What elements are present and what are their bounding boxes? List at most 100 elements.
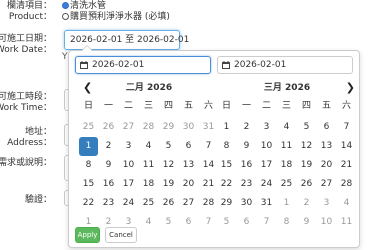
day-cell[interactable]: 15 [217, 156, 236, 175]
day-cell[interactable]: 8 [79, 156, 98, 175]
day-cell[interactable]: 1 [277, 194, 296, 213]
day-cell[interactable]: 8 [277, 213, 296, 232]
day-cell[interactable]: 26 [159, 194, 178, 213]
work-date-label-en: Work Date： [0, 45, 52, 55]
day-cell[interactable]: 29 [159, 118, 178, 137]
day-cell[interactable]: 23 [99, 194, 118, 213]
day-cell[interactable]: 3 [119, 137, 138, 156]
day-cell[interactable]: 10 [317, 213, 336, 232]
day-cell[interactable]: 4 [139, 137, 158, 156]
prev-month-arrow-icon[interactable]: ❮ [83, 81, 92, 95]
day-cell[interactable]: 4 [277, 118, 296, 137]
end-date-input[interactable]: 2026-02-01 [217, 56, 353, 74]
day-cell[interactable]: 29 [217, 194, 236, 213]
day-cell[interactable]: 11 [139, 156, 158, 175]
start-date-value: 2026-02-01 [92, 60, 145, 70]
day-cell[interactable]: 7 [199, 137, 218, 156]
start-date-input[interactable]: 2026-02-01 [75, 56, 211, 74]
day-cell[interactable]: 12 [297, 137, 316, 156]
day-cell[interactable]: 26 [297, 175, 316, 194]
day-cell[interactable]: 25 [79, 118, 98, 137]
day-cell[interactable]: 9 [237, 137, 256, 156]
cancel-button[interactable]: Cancel [105, 227, 137, 243]
day-cell[interactable]: 10 [119, 156, 138, 175]
day-cell[interactable]: 30 [237, 194, 256, 213]
day-cell[interactable]: 16 [99, 175, 118, 194]
day-cell[interactable]: 11 [337, 213, 356, 232]
day-cell[interactable]: 10 [257, 137, 276, 156]
day-cell[interactable]: 9 [297, 213, 316, 232]
day-cell[interactable]: 6 [179, 213, 198, 232]
day-cell[interactable]: 21 [199, 175, 218, 194]
day-cell[interactable]: 1 [79, 137, 98, 156]
day-cell[interactable]: 27 [179, 194, 198, 213]
day-cell[interactable]: 18 [277, 156, 296, 175]
day-cell[interactable]: 13 [317, 137, 336, 156]
day-cell[interactable]: 15 [79, 175, 98, 194]
day-cell[interactable]: 24 [119, 194, 138, 213]
radio-selected-icon[interactable] [62, 2, 69, 9]
day-cell[interactable]: 17 [119, 175, 138, 194]
left-month-title: 二月 2026 [125, 83, 173, 93]
day-cell[interactable]: 5 [217, 213, 236, 232]
day-cell[interactable]: 5 [297, 118, 316, 137]
day-cell[interactable]: 31 [199, 118, 218, 137]
day-cell[interactable]: 25 [139, 194, 158, 213]
day-cell[interactable]: 22 [217, 175, 236, 194]
day-cell[interactable]: 14 [337, 137, 356, 156]
day-cell[interactable]: 31 [257, 194, 276, 213]
day-cell[interactable]: 7 [199, 213, 218, 232]
day-cell[interactable]: 5 [159, 137, 178, 156]
day-cell[interactable]: 21 [337, 156, 356, 175]
day-cell[interactable]: 16 [237, 156, 256, 175]
project-option-2-label: 購買預利淨淨水器 (必填) [70, 12, 170, 22]
project-option-2[interactable]: 購買預利淨淨水器 (必填) [62, 9, 170, 22]
day-cell[interactable]: 12 [159, 156, 178, 175]
day-cell[interactable]: 2 [237, 118, 256, 137]
end-date-value: 2026-02-01 [234, 60, 287, 70]
day-cell[interactable]: 30 [179, 118, 198, 137]
day-cell[interactable]: 19 [159, 175, 178, 194]
day-cell[interactable]: 27 [317, 175, 336, 194]
day-cell[interactable]: 2 [99, 137, 118, 156]
day-cell[interactable]: 13 [179, 156, 198, 175]
next-month-arrow-icon[interactable]: ❯ [346, 81, 355, 95]
weekday-header: 四 [163, 101, 173, 111]
day-cell[interactable]: 20 [179, 175, 198, 194]
day-cell[interactable]: 3 [317, 194, 336, 213]
day-cell[interactable]: 6 [317, 118, 336, 137]
weekday-header: 日 [83, 101, 93, 111]
day-cell[interactable]: 28 [199, 194, 218, 213]
day-cell[interactable]: 2 [297, 194, 316, 213]
day-cell[interactable]: 25 [277, 175, 296, 194]
day-cell[interactable]: 14 [199, 156, 218, 175]
day-cell[interactable]: 6 [179, 137, 198, 156]
day-cell[interactable]: 9 [99, 156, 118, 175]
day-cell[interactable]: 3 [257, 118, 276, 137]
day-cell[interactable]: 4 [139, 213, 158, 232]
day-cell[interactable]: 26 [99, 118, 118, 137]
day-cell[interactable]: 18 [139, 175, 158, 194]
day-cell[interactable]: 17 [257, 156, 276, 175]
day-cell[interactable]: 20 [317, 156, 336, 175]
day-cell[interactable]: 27 [119, 118, 138, 137]
day-cell[interactable]: 4 [337, 194, 356, 213]
day-cell[interactable]: 23 [237, 175, 256, 194]
day-cell[interactable]: 24 [257, 175, 276, 194]
day-cell[interactable]: 11 [277, 137, 296, 156]
day-cell[interactable]: 7 [337, 118, 356, 137]
day-cell[interactable]: 28 [337, 175, 356, 194]
day-cell[interactable]: 8 [217, 137, 236, 156]
apply-button[interactable]: Apply [75, 227, 100, 243]
weekday-header: 二 [123, 101, 133, 111]
day-cell[interactable]: 7 [257, 213, 276, 232]
address-label-en: Address： [7, 138, 52, 148]
day-cell[interactable]: 6 [237, 213, 256, 232]
day-cell[interactable]: 19 [297, 156, 316, 175]
day-cell[interactable]: 1 [217, 118, 236, 137]
day-cell[interactable]: 5 [159, 213, 178, 232]
radio-icon[interactable] [62, 13, 69, 20]
day-cell[interactable]: 22 [79, 194, 98, 213]
day-cell[interactable]: 28 [139, 118, 158, 137]
weekday-header: 二 [261, 101, 271, 111]
